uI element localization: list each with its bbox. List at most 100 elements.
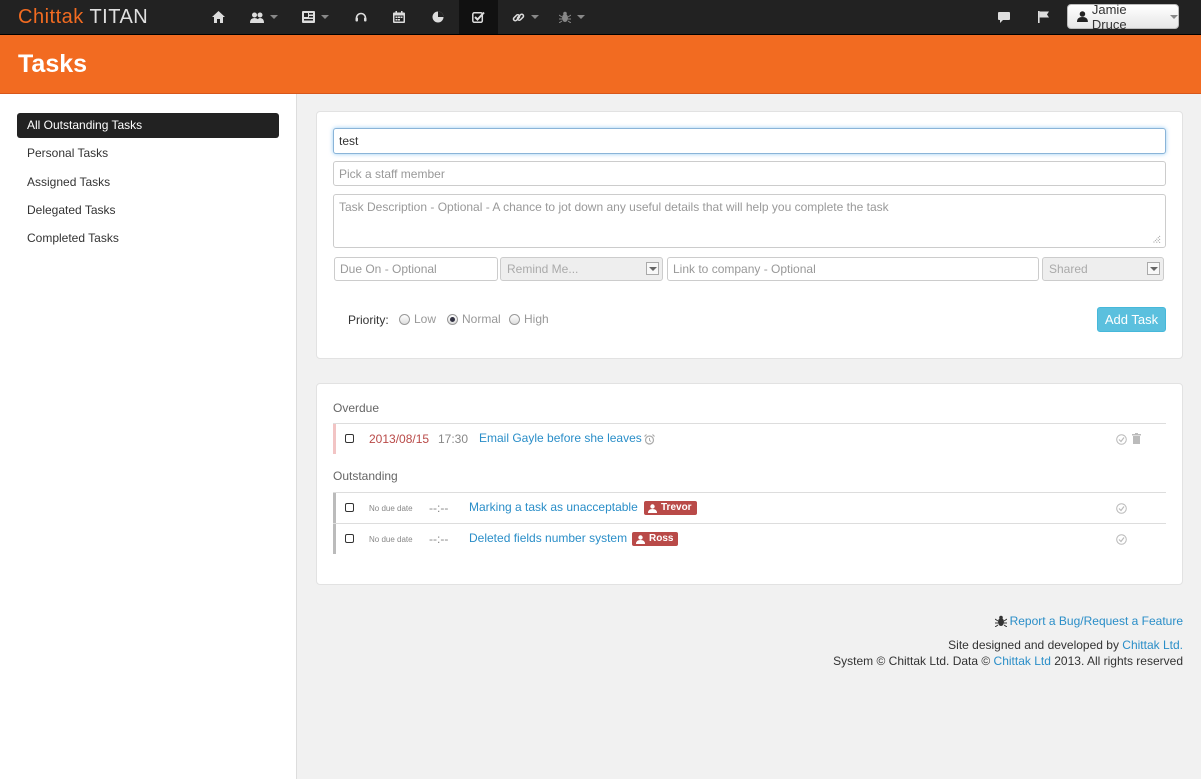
user-icon	[648, 503, 657, 513]
sidebar-item-completed[interactable]: Completed Tasks	[17, 226, 279, 251]
brand-part-2: TITAN	[89, 6, 149, 28]
nav-contacts[interactable]	[296, 0, 336, 34]
nav-flag[interactable]	[1031, 0, 1055, 34]
assignee-name: Trevor	[661, 502, 692, 513]
task-title-link[interactable]: Email Gayle before she leaves	[479, 431, 642, 445]
remind-me-select[interactable]: Remind Me...	[500, 257, 663, 281]
task-complete-checkbox[interactable]	[345, 434, 354, 443]
nav-users[interactable]	[244, 0, 286, 34]
report-bug-label: Report a Bug/Request a Feature	[1009, 614, 1183, 628]
task-title-link[interactable]: Marking a task as unacceptable	[469, 500, 638, 514]
chevron-down-icon	[577, 15, 585, 19]
task-due-time: --:--	[429, 532, 449, 546]
user-icon	[1077, 11, 1088, 22]
home-icon	[211, 11, 225, 23]
add-task-button[interactable]: Add Task	[1097, 307, 1166, 332]
overdue-marker	[333, 424, 336, 454]
task-title-link[interactable]: Deleted fields number system	[469, 531, 627, 545]
task-row: 2013/08/15 17:30 Email Gayle before she …	[333, 423, 1166, 454]
assignee-badge: Ross	[632, 532, 679, 546]
task-due-date: No due date	[369, 504, 413, 513]
outstanding-heading: Outstanding	[333, 469, 398, 483]
sidebar-item-assigned[interactable]: Assigned Tasks	[17, 170, 279, 195]
task-complete-checkbox[interactable]	[345, 503, 354, 512]
chevron-down-icon	[646, 262, 659, 275]
task-due-date: No due date	[369, 535, 413, 544]
footer-copyright: System © Chittak Ltd. Data © Chittak Ltd…	[833, 654, 1183, 668]
alarm-clock-icon	[644, 434, 655, 445]
sidebar	[0, 94, 297, 779]
user-menu-button[interactable]: Jamie Druce	[1067, 1, 1179, 32]
complete-check-icon[interactable]	[1116, 434, 1127, 445]
footer-designed-text: Site designed and developed by	[948, 638, 1123, 652]
task-list-panel	[316, 383, 1183, 585]
task-description-textarea[interactable]	[333, 194, 1166, 248]
overdue-heading: Overdue	[333, 401, 380, 415]
nav-reports[interactable]	[424, 0, 452, 34]
reports-icon	[432, 11, 444, 23]
priority-low-radio[interactable]	[399, 314, 410, 325]
chevron-down-icon	[270, 15, 278, 19]
top-navbar: Chittak TITAN Jamie Druce	[0, 0, 1201, 35]
shared-select[interactable]: Shared	[1042, 257, 1164, 281]
nav-calendar[interactable]	[386, 0, 412, 34]
outstanding-marker	[333, 524, 336, 554]
calendar-icon	[393, 11, 405, 23]
due-date-input[interactable]	[334, 257, 498, 281]
nav-chat[interactable]	[992, 0, 1016, 34]
staff-member-input[interactable]	[333, 161, 1166, 186]
user-icon	[636, 534, 645, 544]
task-due-time: --:--	[429, 501, 449, 515]
priority-high-label[interactable]: High	[524, 312, 549, 326]
bug-icon	[559, 11, 571, 23]
chat-icon	[998, 11, 1010, 23]
task-name-input[interactable]	[333, 128, 1166, 154]
footer-copyright-link[interactable]: Chittak Ltd	[994, 654, 1051, 668]
priority-high-radio[interactable]	[509, 314, 520, 325]
trash-icon[interactable]	[1132, 433, 1141, 444]
links-icon	[512, 12, 525, 22]
nav-support[interactable]	[348, 0, 374, 34]
footer-copyright-suffix: 2013. All rights reserved	[1050, 654, 1183, 668]
priority-low-label[interactable]: Low	[414, 312, 436, 326]
nav-tasks[interactable]	[459, 0, 498, 34]
nav-bug[interactable]	[555, 0, 587, 34]
users-icon	[250, 12, 264, 23]
footer-copyright-text: System © Chittak Ltd. Data ©	[833, 654, 994, 668]
support-icon	[355, 12, 367, 22]
nav-home[interactable]	[204, 0, 232, 34]
sidebar-item-personal[interactable]: Personal Tasks	[17, 141, 279, 166]
flag-icon	[1037, 11, 1049, 23]
link-company-input[interactable]	[667, 257, 1039, 281]
assignee-badge: Trevor	[644, 501, 697, 515]
priority-normal-radio[interactable]	[447, 314, 458, 325]
task-row: No due date --:-- Marking a task as unac…	[333, 492, 1166, 523]
nav-links[interactable]	[508, 0, 546, 34]
resize-handle-icon[interactable]	[1151, 234, 1161, 244]
remind-me-value: Remind Me...	[507, 262, 579, 276]
report-bug-link[interactable]: Report a Bug/Request a Feature	[994, 614, 1183, 628]
brand-logo[interactable]: Chittak TITAN	[18, 5, 148, 29]
task-due-time: 17:30	[438, 432, 469, 446]
assignee-name: Ross	[649, 533, 674, 544]
task-complete-checkbox[interactable]	[345, 534, 354, 543]
task-due-date: 2013/08/15	[369, 432, 430, 446]
chevron-down-icon	[1170, 14, 1178, 19]
complete-check-icon[interactable]	[1116, 503, 1127, 514]
tasks-icon	[472, 11, 485, 23]
footer-designed-link[interactable]: Chittak Ltd.	[1122, 638, 1183, 652]
contacts-icon	[302, 11, 315, 23]
brand-part-1: Chittak	[18, 6, 84, 28]
sidebar-item-all-outstanding[interactable]: All Outstanding Tasks	[17, 113, 279, 138]
priority-normal-label[interactable]: Normal	[462, 312, 501, 326]
priority-label: Priority:	[348, 313, 389, 327]
complete-check-icon[interactable]	[1116, 534, 1127, 545]
task-row: No due date --:-- Deleted fields number …	[333, 523, 1166, 554]
user-name: Jamie Druce	[1091, 1, 1127, 32]
chevron-down-icon	[531, 15, 539, 19]
bug-icon	[994, 615, 1007, 627]
chevron-down-icon	[321, 15, 329, 19]
page-header: Tasks	[0, 35, 1201, 94]
sidebar-item-delegated[interactable]: Delegated Tasks	[17, 198, 279, 223]
footer-designed: Site designed and developed by Chittak L…	[948, 638, 1183, 652]
